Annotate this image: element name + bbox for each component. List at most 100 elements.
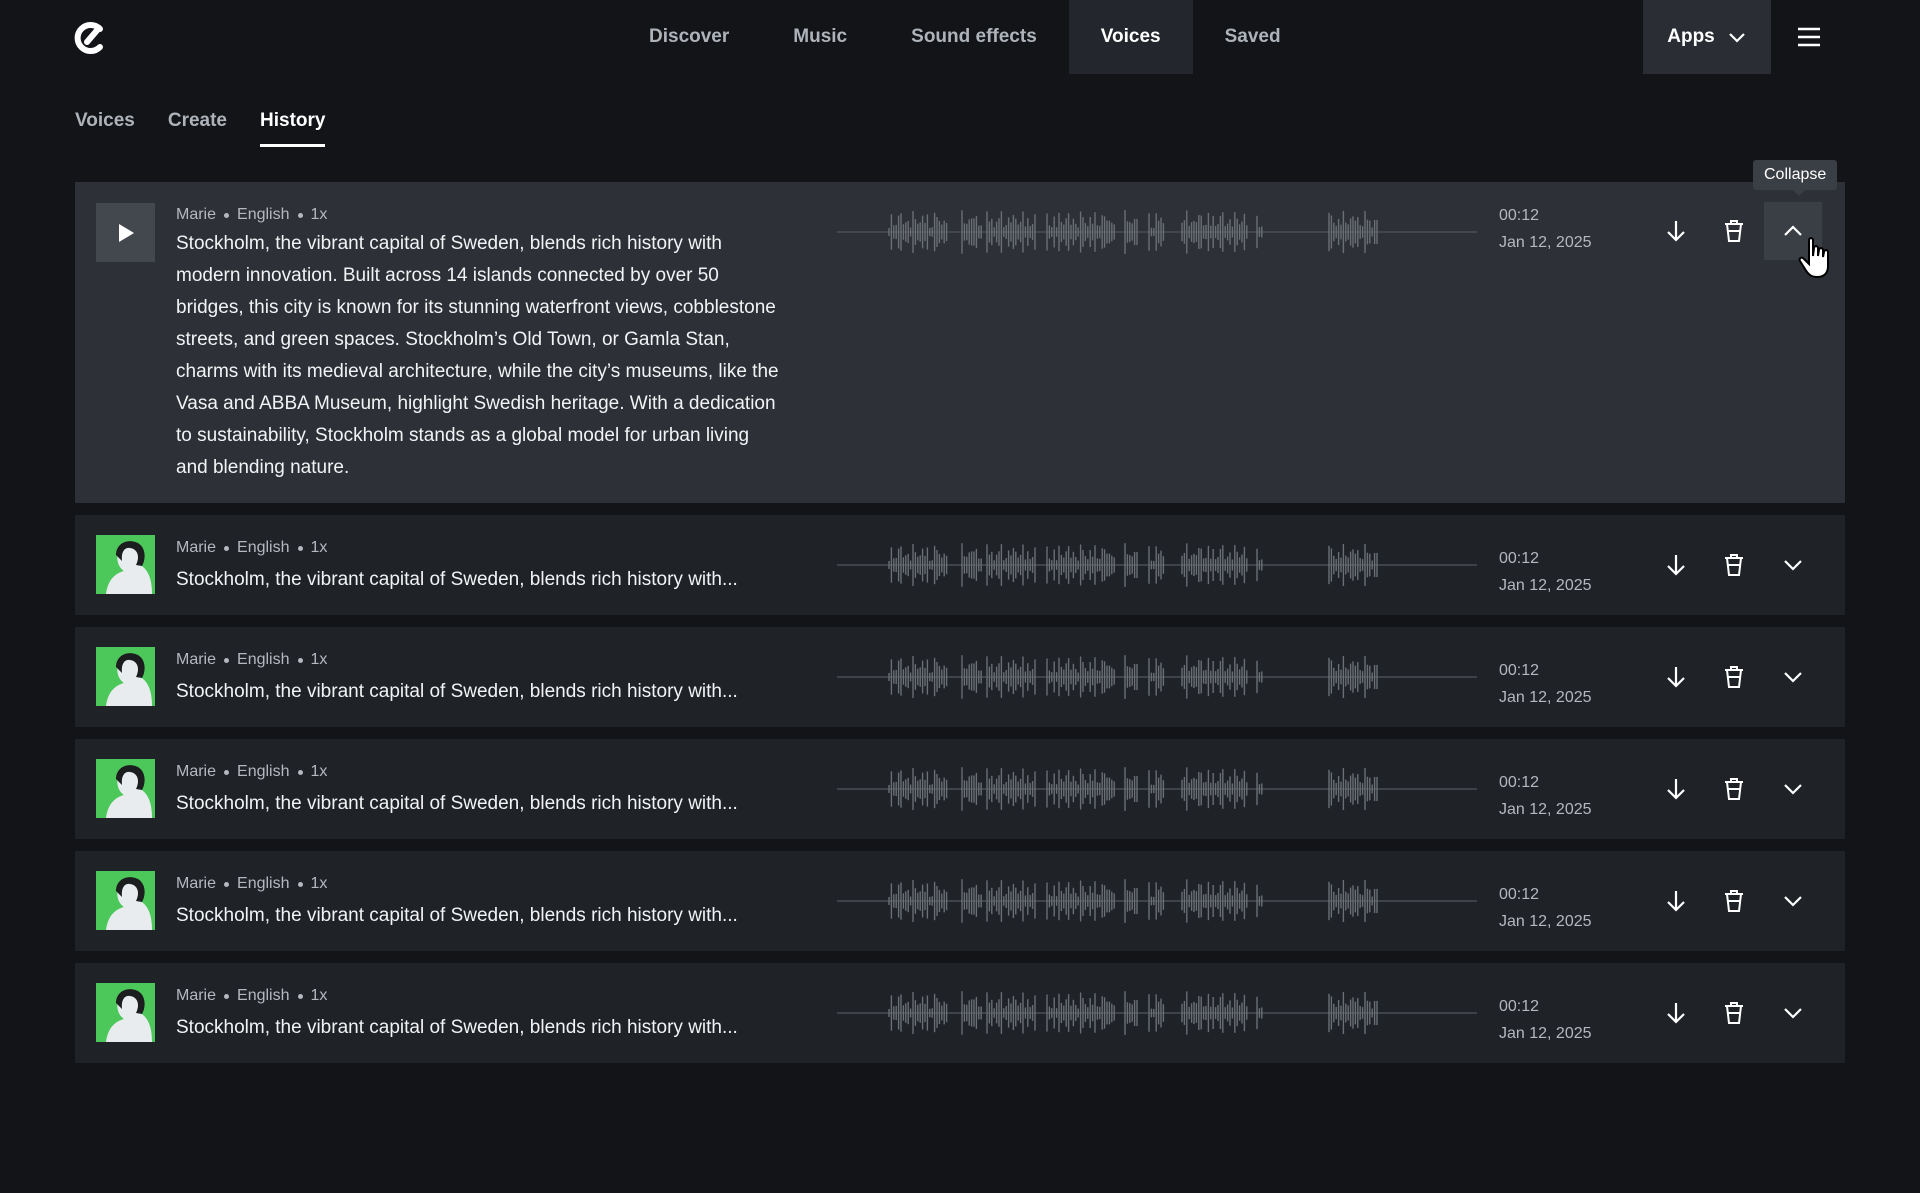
download-icon — [1667, 891, 1685, 912]
download-icon — [1667, 779, 1685, 800]
voice-speed: 1x — [310, 875, 328, 892]
history-row[interactable]: Marie English 1x Stockholm, the vibrant … — [75, 627, 1845, 727]
audio-waveform[interactable] — [837, 208, 1477, 256]
audio-waveform[interactable] — [837, 541, 1477, 589]
delete-button[interactable] — [1705, 202, 1763, 260]
voice-language: English — [237, 206, 290, 223]
chevron-down-icon — [1784, 672, 1802, 683]
expand-button[interactable] — [1764, 760, 1822, 818]
audio-waveform[interactable] — [837, 989, 1477, 1037]
trash-icon — [1725, 778, 1743, 800]
separator-dot — [224, 881, 230, 887]
delete-button[interactable] — [1705, 648, 1763, 706]
item-text: Stockholm, the vibrant capital of Sweden… — [176, 233, 779, 478]
chevron-down-icon — [1784, 896, 1802, 907]
download-button[interactable] — [1647, 536, 1705, 594]
item-duration: 00:12 — [1499, 662, 1540, 679]
separator-dot — [224, 212, 230, 218]
separator-dot — [297, 545, 303, 551]
portrait-image — [96, 871, 155, 930]
nav-sound-effects[interactable]: Sound effects — [879, 0, 1069, 74]
audio-waveform[interactable] — [837, 653, 1477, 701]
delete-button[interactable] — [1705, 872, 1763, 930]
voice-language: English — [237, 651, 290, 668]
item-meta: Marie English 1x — [176, 539, 327, 557]
history-row[interactable]: Marie English 1x Stockholm, the vibrant … — [75, 851, 1845, 951]
separator-dot — [297, 881, 303, 887]
item-meta: Marie English 1x — [176, 206, 327, 224]
voice-avatar — [96, 535, 155, 594]
hand-pointer-icon — [1798, 237, 1829, 279]
voice-language: English — [237, 875, 290, 892]
expand-button[interactable] — [1764, 872, 1822, 930]
history-row[interactable]: Marie English 1x Stockholm, the vibrant … — [75, 739, 1845, 839]
item-time: 00:12 Jan 12, 2025 — [1499, 202, 1592, 256]
download-button[interactable] — [1647, 648, 1705, 706]
chevron-down-icon — [1728, 33, 1745, 43]
portrait-image — [96, 647, 155, 706]
download-button[interactable] — [1647, 760, 1705, 818]
voice-speed: 1x — [310, 206, 328, 223]
chevron-down-icon — [1784, 1008, 1802, 1019]
play-icon — [118, 223, 134, 242]
nav-discover[interactable]: Discover — [617, 0, 761, 74]
voice-name: Marie — [176, 987, 217, 1004]
tab-history[interactable]: History — [260, 110, 326, 147]
portrait-image — [96, 983, 155, 1042]
voice-name: Marie — [176, 875, 217, 892]
voice-speed: 1x — [310, 539, 328, 556]
tab-create[interactable]: Create — [168, 110, 227, 147]
hamburger-menu-icon — [1798, 27, 1820, 47]
download-button[interactable] — [1647, 872, 1705, 930]
voice-name: Marie — [176, 763, 217, 780]
delete-button[interactable] — [1705, 760, 1763, 818]
item-date: Jan 12, 2025 — [1499, 801, 1592, 818]
download-icon — [1667, 667, 1685, 688]
voice-language: English — [237, 987, 290, 1004]
voice-name: Marie — [176, 539, 217, 556]
app-root: Discover Music Sound effects Voices Save… — [0, 0, 1920, 1193]
separator-dot — [297, 212, 303, 218]
delete-button[interactable] — [1705, 984, 1763, 1042]
history-row[interactable]: Marie English 1x Stockholm, the vibrant … — [75, 515, 1845, 615]
history-row[interactable]: Marie English 1x Stockholm, the vibrant … — [75, 963, 1845, 1063]
history-row[interactable]: Marie English 1x Stockholm, the vibrant … — [75, 182, 1845, 503]
item-date: Jan 12, 2025 — [1499, 913, 1592, 930]
voice-name: Marie — [176, 651, 217, 668]
expand-button[interactable] — [1764, 984, 1822, 1042]
play-button[interactable] — [96, 203, 155, 262]
voice-avatar — [96, 647, 155, 706]
separator-dot — [297, 657, 303, 663]
voice-avatar — [96, 759, 155, 818]
expand-button[interactable] — [1764, 648, 1822, 706]
download-icon — [1667, 1003, 1685, 1024]
trash-icon — [1725, 554, 1743, 576]
apps-label: Apps — [1667, 26, 1715, 47]
audio-waveform[interactable] — [837, 765, 1477, 813]
chevron-down-icon — [1784, 560, 1802, 571]
brand-logo-icon[interactable] — [70, 20, 106, 56]
tab-voices[interactable]: Voices — [75, 110, 135, 147]
nav-music[interactable]: Music — [761, 0, 879, 74]
download-button[interactable] — [1647, 984, 1705, 1042]
delete-button[interactable] — [1705, 536, 1763, 594]
item-text: Stockholm, the vibrant capital of Sweden… — [176, 1017, 738, 1038]
item-text: Stockholm, the vibrant capital of Sweden… — [176, 569, 738, 590]
apps-button[interactable]: Apps — [1643, 0, 1771, 74]
item-meta: Marie English 1x — [176, 875, 327, 893]
item-duration: 00:12 — [1499, 886, 1540, 903]
voice-avatar — [96, 871, 155, 930]
item-time: 00:12 Jan 12, 2025 — [1499, 657, 1592, 711]
trash-icon — [1725, 666, 1743, 688]
download-button[interactable] — [1647, 202, 1705, 260]
hamburger-menu-button[interactable] — [1790, 18, 1828, 56]
separator-dot — [224, 769, 230, 775]
portrait-image — [96, 535, 155, 594]
nav-saved[interactable]: Saved — [1193, 0, 1313, 74]
expand-button[interactable] — [1764, 536, 1822, 594]
trash-icon — [1725, 1002, 1743, 1024]
voice-name: Marie — [176, 206, 217, 223]
audio-waveform[interactable] — [837, 877, 1477, 925]
item-duration: 00:12 — [1499, 207, 1540, 224]
nav-voices[interactable]: Voices — [1068, 0, 1193, 74]
